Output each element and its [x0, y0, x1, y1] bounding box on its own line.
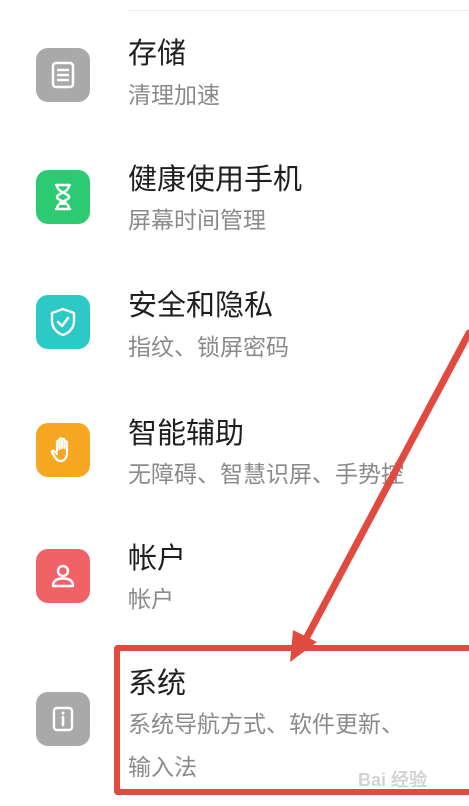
settings-item-account[interactable]: 帐户 帐户	[0, 537, 469, 637]
watermark-text: Bai 经验	[358, 769, 428, 790]
settings-item-title: 智能辅助	[128, 416, 245, 450]
settings-item-subtitle: 系统导航方式、软件更新、	[128, 712, 404, 738]
settings-item-storage[interactable]: 存储 清理加速	[0, 30, 469, 130]
settings-item-title: 健康使用手机	[128, 162, 303, 196]
settings-item-title: 系统	[128, 666, 187, 700]
system-info-icon	[36, 692, 90, 746]
settings-item-security[interactable]: 安全和隐私 指纹、锁屏密码	[0, 284, 469, 384]
account-icon	[36, 549, 90, 603]
settings-item-subtitle: 指纹、锁屏密码	[128, 335, 289, 361]
settings-item-subtitle-line2: 输入法	[128, 755, 197, 781]
hourglass-icon	[36, 170, 90, 224]
settings-item-subtitle: 清理加速	[128, 83, 220, 109]
settings-item-subtitle: 无障碍、智慧识屏、手势控	[128, 462, 404, 488]
storage-icon	[36, 48, 90, 102]
shield-check-icon	[36, 295, 90, 349]
settings-item-title: 安全和隐私	[128, 288, 274, 322]
settings-item-title: 存储	[128, 36, 187, 70]
top-divider	[128, 10, 469, 11]
settings-item-subtitle: 帐户	[128, 587, 174, 613]
hand-icon	[36, 423, 90, 477]
settings-item-health[interactable]: 健康使用手机 屏幕时间管理	[0, 158, 469, 258]
watermark-logo: Bai 经验	[350, 758, 469, 798]
settings-item-smart-assist[interactable]: 智能辅助 无障碍、智慧识屏、手势控	[0, 412, 469, 512]
settings-item-subtitle: 屏幕时间管理	[128, 208, 266, 234]
settings-item-title: 帐户	[128, 541, 187, 575]
